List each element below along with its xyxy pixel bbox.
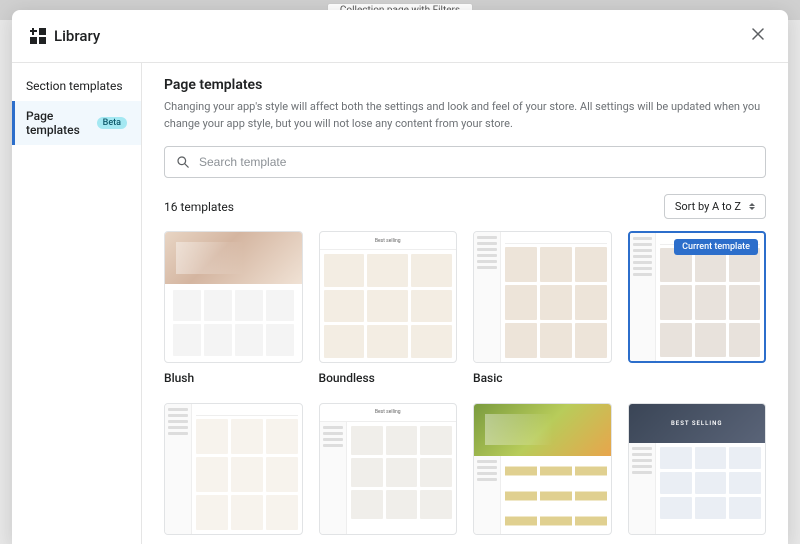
template-grid: Blush Best selling Boundless	[164, 231, 766, 544]
main-panel: Page templates Changing your app's style…	[142, 63, 788, 544]
sidebar-item-section-templates[interactable]: Section templates	[12, 71, 141, 101]
template-card-blush: Blush	[164, 231, 303, 385]
page-title: Page templates	[164, 77, 766, 93]
library-icon	[30, 28, 46, 44]
close-button[interactable]	[746, 22, 770, 50]
template-card-epic: Epic	[164, 403, 303, 544]
close-icon	[750, 26, 766, 42]
template-card-flavor: Flavor	[473, 403, 612, 544]
template-card-elegance: Best selling Elegance	[319, 403, 458, 544]
header-left: Library	[30, 27, 100, 45]
toolbar: 16 templates Sort by A to Z	[164, 194, 766, 219]
header-title: Library	[54, 27, 100, 45]
sort-label: Sort by A to Z	[675, 200, 741, 213]
template-card-famous: BEST SELLING Famous	[628, 403, 767, 544]
search-field[interactable]	[164, 146, 766, 178]
template-card-current: Current template	[628, 231, 767, 385]
template-thumb[interactable]: Best selling	[319, 403, 458, 535]
template-thumb[interactable]	[164, 231, 303, 363]
page-description: Changing your app's style will affect bo…	[164, 99, 766, 132]
sort-button[interactable]: Sort by A to Z	[664, 194, 766, 219]
search-input[interactable]	[199, 155, 755, 169]
template-name: Boundless	[319, 371, 458, 385]
template-thumb[interactable]: Current template	[628, 231, 767, 363]
template-thumb[interactable]	[164, 403, 303, 535]
sidebar-item-label: Section templates	[26, 79, 123, 93]
template-thumb[interactable]	[473, 403, 612, 535]
sidebar-item-label: Page templates	[26, 109, 91, 137]
beta-badge: Beta	[97, 117, 127, 129]
template-name: Basic	[473, 371, 612, 385]
template-card-basic: Basic	[473, 231, 612, 385]
template-count: 16 templates	[164, 200, 234, 214]
sidebar: Section templates Page templates Beta	[12, 63, 142, 544]
search-icon	[175, 154, 191, 170]
sidebar-item-page-templates[interactable]: Page templates Beta	[12, 101, 141, 145]
current-template-badge: Current template	[674, 239, 758, 255]
modal-body: Section templates Page templates Beta Pa…	[12, 63, 788, 544]
template-card-boundless: Best selling Boundless	[319, 231, 458, 385]
modal-header: Library	[12, 10, 788, 63]
template-thumb[interactable]: Best selling	[319, 231, 458, 363]
template-thumb[interactable]	[473, 231, 612, 363]
sort-caret-icon	[749, 203, 755, 210]
template-name: Blush	[164, 371, 303, 385]
library-modal: Library Section templates Page templates…	[12, 10, 788, 544]
template-thumb[interactable]: BEST SELLING	[628, 403, 767, 535]
